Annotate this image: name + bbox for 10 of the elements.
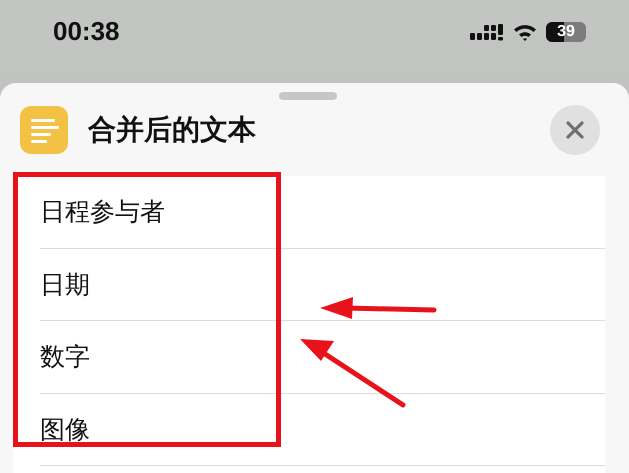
list-item[interactable]: 日程参与者	[40, 176, 605, 248]
wifi-icon	[513, 23, 537, 41]
cellular-signal-icon	[470, 24, 504, 40]
close-icon	[565, 120, 585, 140]
text-lines-icon	[20, 106, 68, 154]
close-button[interactable]	[550, 104, 600, 154]
grabber-handle[interactable]	[279, 92, 337, 100]
list-item[interactable]: 图像	[40, 394, 605, 466]
sheet-title: 合并后的文本	[88, 112, 257, 148]
status-time: 00:38	[53, 16, 120, 46]
